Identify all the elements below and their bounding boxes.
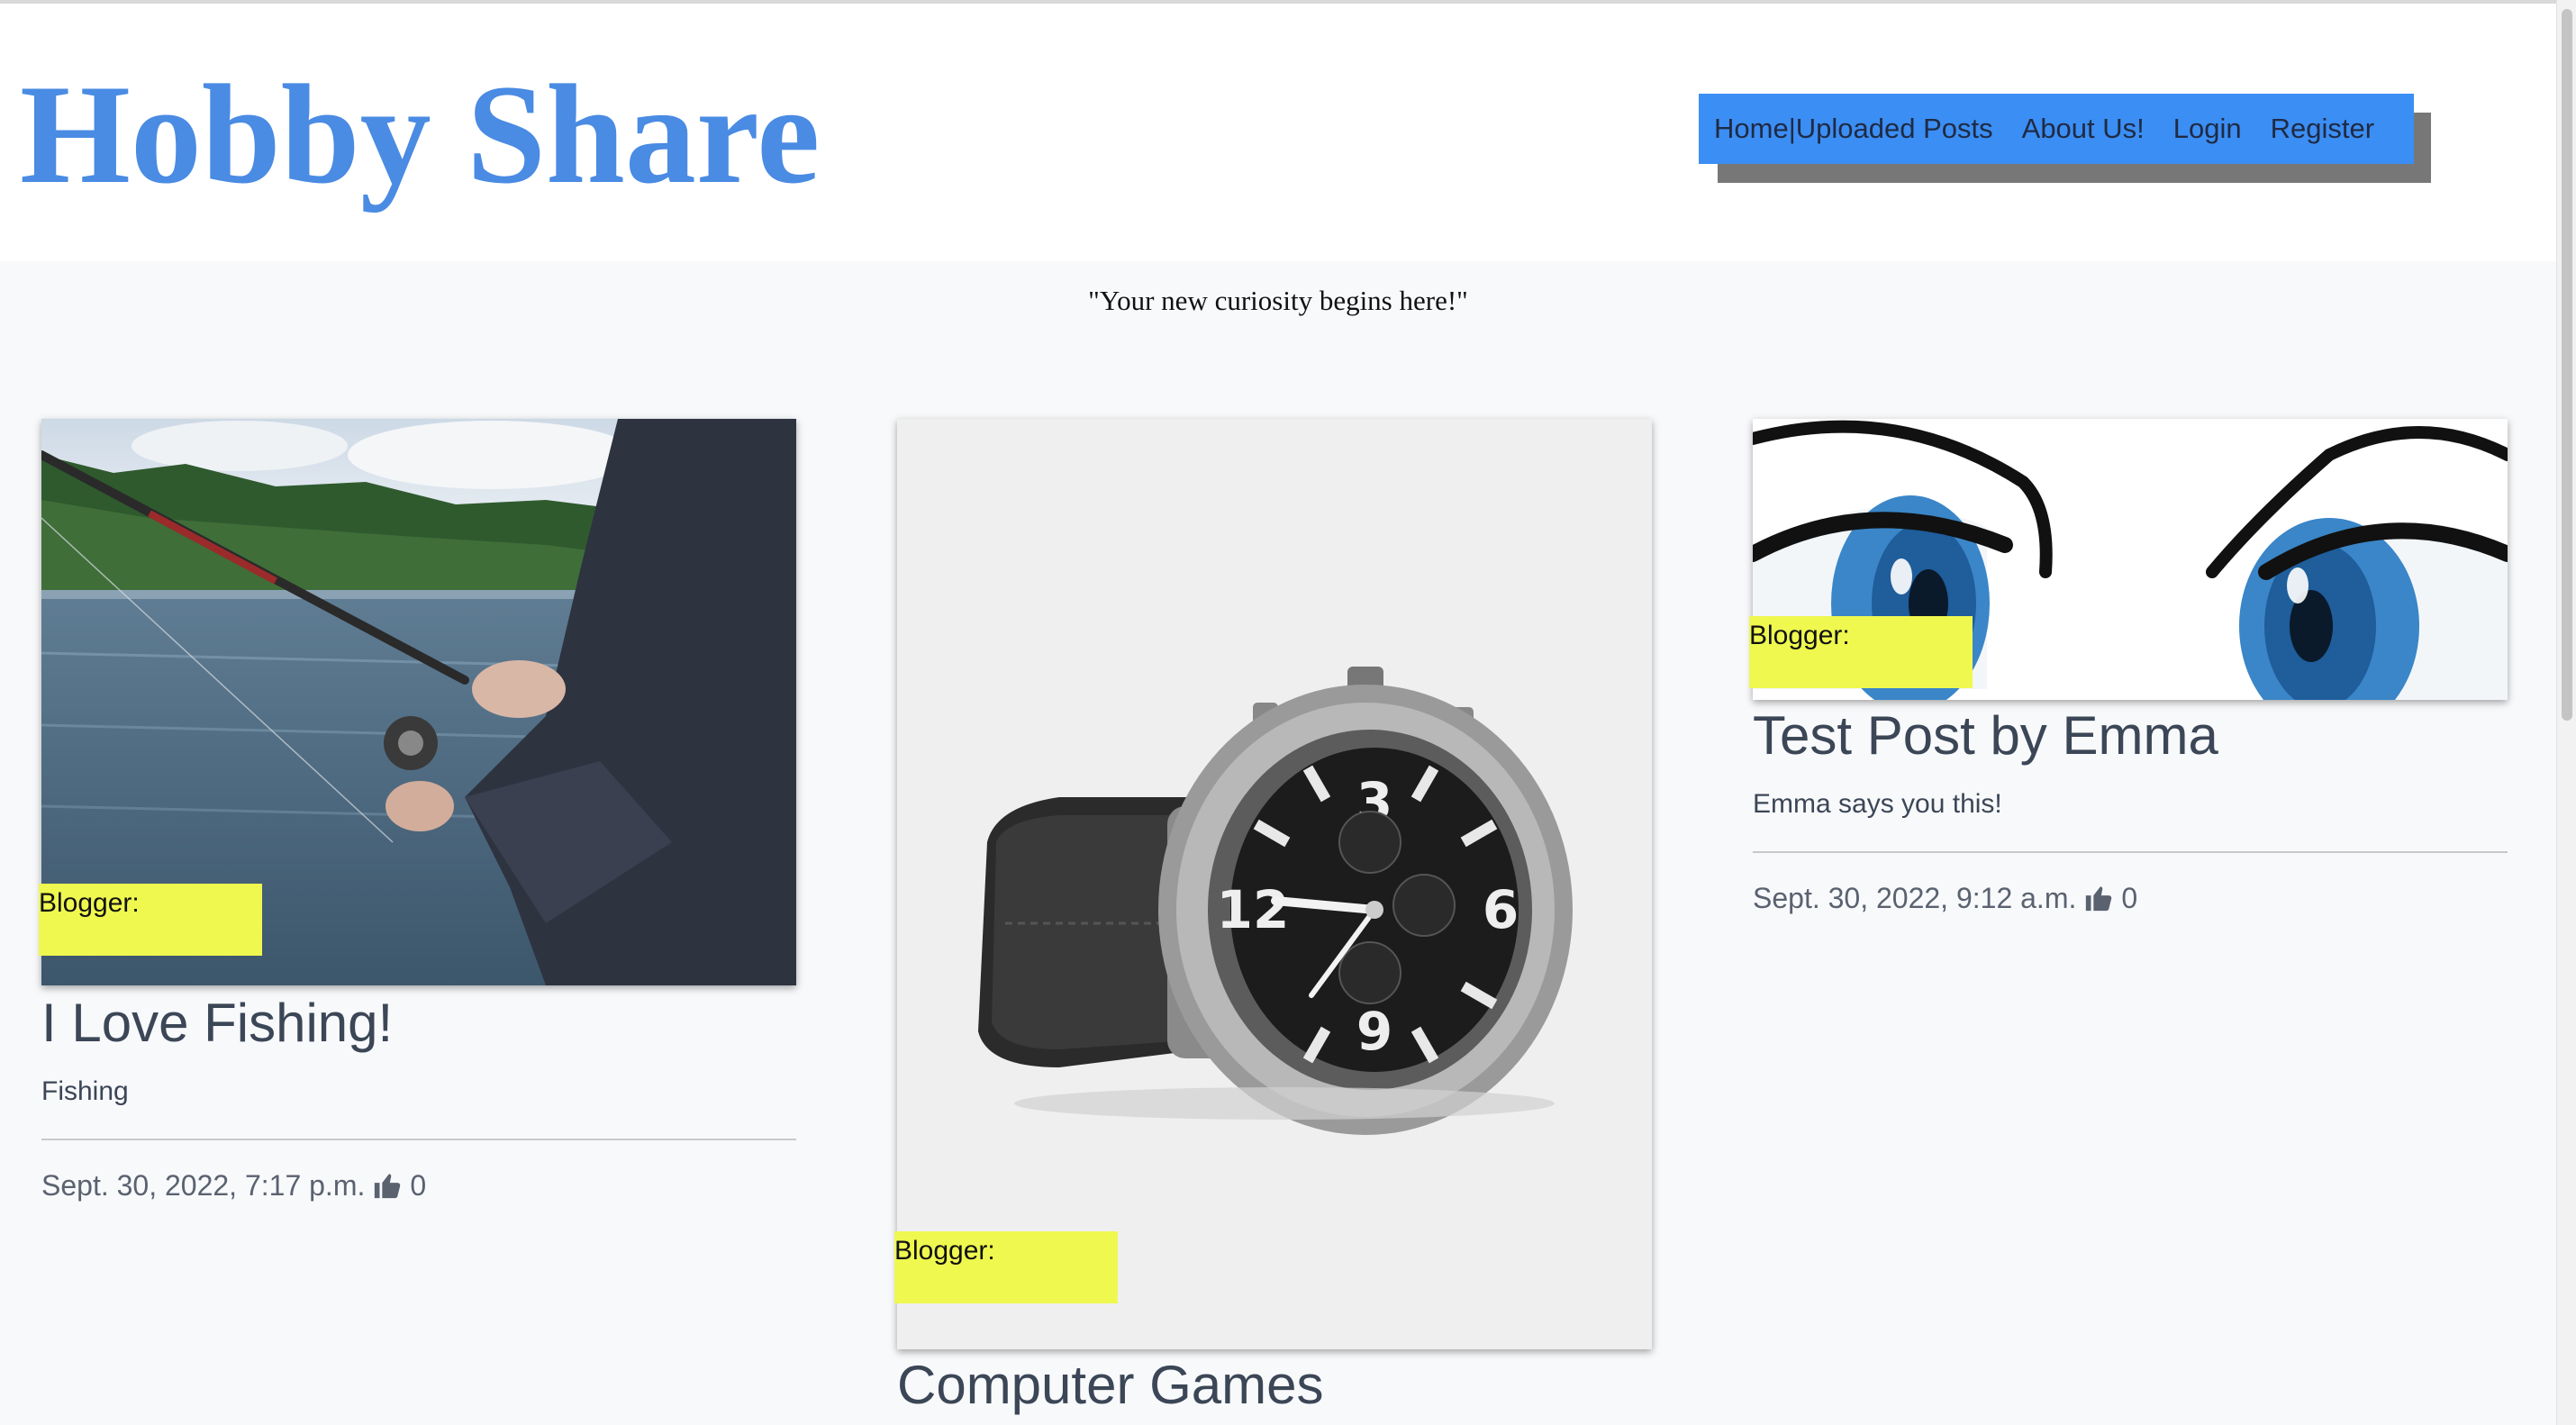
site-title[interactable]: Hobby Share <box>20 54 820 216</box>
main-nav: Home | Uploaded Posts About Us! Login Regi… <box>1699 94 2414 164</box>
tagline: "Your new curiosity begins here!" <box>1088 285 1468 316</box>
post-card[interactable]: Blogger: I Love Fishing! Fishing Sept. 3… <box>39 419 796 1203</box>
nav-about-link[interactable]: About Us! <box>2022 113 2145 145</box>
post-title[interactable]: Test Post by Emma <box>1753 703 2508 768</box>
post-image[interactable]: Blogger: <box>39 419 796 985</box>
post-description: Emma says you this! <box>1753 789 2002 819</box>
thumbs-up-icon[interactable] <box>372 1170 403 1201</box>
svg-text:12: 12 <box>1217 879 1290 940</box>
nav-separator: | <box>1788 113 1796 144</box>
nav-uploaded-posts-link[interactable]: Uploaded Posts <box>1796 113 1993 145</box>
divider <box>41 1139 796 1140</box>
post-image[interactable]: Blogger: <box>1749 419 2508 700</box>
post-meta: Sept. 30, 2022, 7:17 p.m. 0 <box>41 1167 796 1203</box>
like-count: 0 <box>2121 882 2138 914</box>
blogger-label: Blogger: <box>1749 616 1973 688</box>
post-meta: Sept. 30, 2022, 9:12 a.m. 0 <box>1753 880 2508 916</box>
nav-register-link[interactable]: Register <box>2271 113 2374 145</box>
thumbs-up-icon[interactable] <box>2083 883 2114 913</box>
nav-home-link[interactable]: Home <box>1714 113 1789 145</box>
post-date: Sept. 30, 2022, 9:12 a.m. <box>1753 882 2077 914</box>
post-card[interactable]: 3 6 9 12 Blogger: Computer Games <box>894 419 1652 1418</box>
scrollbar-thumb[interactable] <box>2562 9 2572 721</box>
post-description: Fishing <box>41 1076 129 1106</box>
post-title[interactable]: I Love Fishing! <box>41 991 796 1056</box>
post-image[interactable]: 3 6 9 12 Blogger: <box>894 419 1652 1349</box>
like-count: 0 <box>410 1169 427 1202</box>
wristwatch-photo: 3 6 9 12 <box>897 419 1652 1349</box>
post-title[interactable]: Computer Games <box>897 1353 1652 1418</box>
svg-text:9: 9 <box>1356 1001 1392 1062</box>
nav-login-link[interactable]: Login <box>2173 113 2242 145</box>
post-card[interactable]: Blogger: Test Post by Emma Emma says you… <box>1749 419 2508 916</box>
blogger-label: Blogger: <box>39 884 262 956</box>
svg-text:6: 6 <box>1483 879 1519 940</box>
post-date: Sept. 30, 2022, 7:17 p.m. <box>41 1169 366 1202</box>
divider <box>1753 851 2508 853</box>
blogger-label: Blogger: <box>894 1231 1118 1303</box>
